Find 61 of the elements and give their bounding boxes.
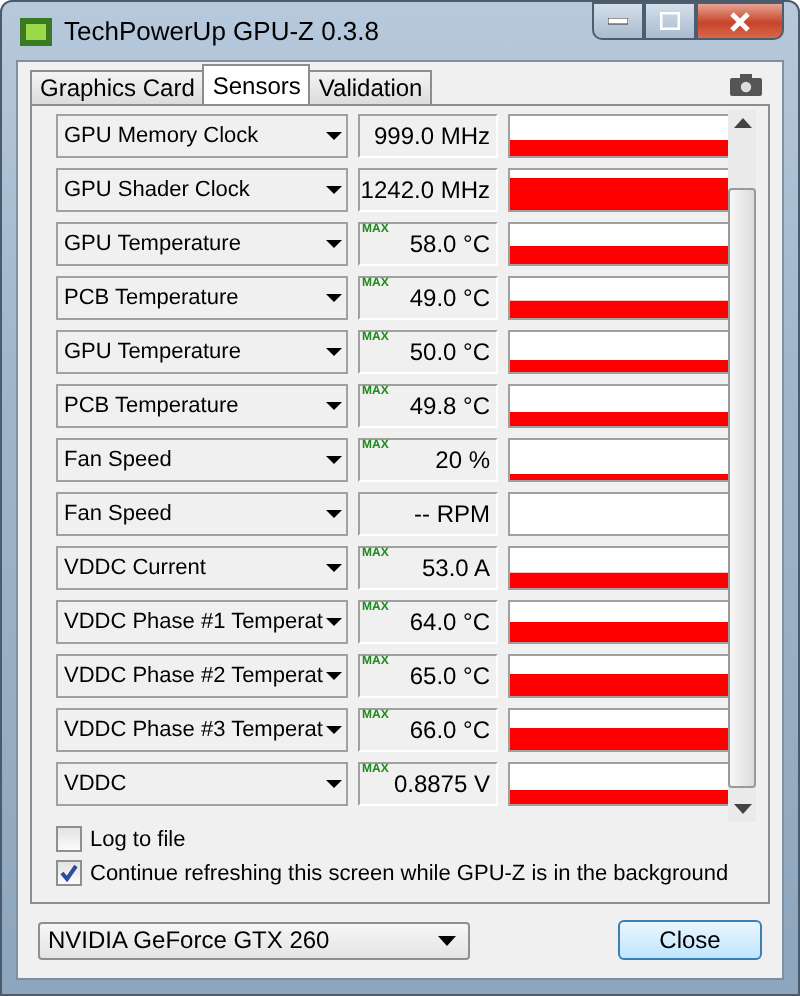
checkbox-label: Continue refreshing this screen while GPU-Z is in the background (90, 861, 729, 885)
scroll-up-icon[interactable] (733, 118, 751, 128)
chip-icon (20, 17, 52, 45)
sensor-dropdown[interactable]: VDDC (56, 762, 348, 806)
caret-icon (326, 186, 342, 194)
minimize-icon (608, 17, 628, 25)
caret-icon (326, 294, 342, 302)
sensor-value: 64.0 °C (409, 608, 490, 636)
sensor-dropdown[interactable]: VDDC Phase #1 Temperat (56, 600, 348, 644)
close-button[interactable] (696, 2, 784, 40)
sensor-dropdown[interactable]: GPU Shader Clock (56, 168, 348, 212)
caret-icon (326, 726, 342, 734)
sensor-dropdown[interactable]: PCB Temperature (56, 384, 348, 428)
close-icon (728, 11, 752, 31)
sensor-value: 1242.0 MHz (360, 176, 490, 204)
minimize-button[interactable] (592, 2, 644, 40)
sensor-dropdown[interactable]: GPU Temperature (56, 222, 348, 266)
sensor-value: 65.0 °C (409, 662, 490, 690)
sensor-value: 49.8 °C (409, 392, 490, 420)
sensor-value: 53.0 A (421, 554, 490, 582)
window-title: TechPowerUp GPU-Z 0.3.8 (64, 16, 382, 46)
tab[interactable]: Validation (308, 70, 433, 104)
caret-icon (326, 564, 342, 572)
sensor-dropdown[interactable]: GPU Memory Clock (56, 114, 348, 158)
caret-icon (326, 672, 342, 680)
caret-icon (326, 348, 342, 356)
maximize-button[interactable] (644, 2, 696, 40)
caret-icon (326, 132, 342, 140)
caret-icon (326, 618, 342, 626)
maximize-icon (660, 12, 680, 30)
checkbox[interactable] (56, 826, 82, 852)
sensor-dropdown[interactable]: Fan Speed (56, 492, 348, 536)
caret-icon (326, 456, 342, 464)
sensor-value: 49.0 °C (409, 284, 490, 312)
sensor-value: -- RPM (414, 500, 490, 528)
sensor-dropdown[interactable]: GPU Temperature (56, 330, 348, 374)
scroll-down-icon[interactable] (733, 804, 751, 814)
sensor-dropdown[interactable]: VDDC Phase #2 Temperat (56, 654, 348, 698)
tab[interactable]: Graphics Card (30, 70, 205, 104)
caret-icon (326, 402, 342, 410)
sensor-dropdown[interactable]: VDDC Current (56, 546, 348, 590)
sensor-value: 20 % (435, 446, 490, 474)
scrollbar[interactable] (728, 110, 756, 822)
sensor-value: 0.8875 V (393, 770, 490, 798)
sensor-value: 50.0 °C (409, 338, 490, 366)
tab[interactable]: Sensors (202, 64, 311, 104)
sensor-dropdown[interactable]: PCB Temperature (56, 276, 348, 320)
camera-icon[interactable] (730, 74, 762, 96)
caret-icon (326, 510, 342, 518)
checkbox[interactable] (56, 860, 82, 886)
sensor-value: 58.0 °C (409, 230, 490, 258)
sensor-value: 66.0 °C (409, 716, 490, 744)
checkbox-label: Log to file (90, 827, 186, 851)
card-dropdown[interactable]: NVIDIA GeForce GTX 260 (38, 921, 470, 959)
caret-icon (438, 935, 456, 945)
caret-icon (326, 780, 342, 788)
sensor-value: 999.0 MHz (373, 122, 490, 150)
sensor-dropdown[interactable]: VDDC Phase #3 Temperat (56, 708, 348, 752)
close-button[interactable]: Close (618, 920, 762, 960)
sensor-dropdown[interactable]: Fan Speed (56, 438, 348, 482)
caret-icon (326, 240, 342, 248)
